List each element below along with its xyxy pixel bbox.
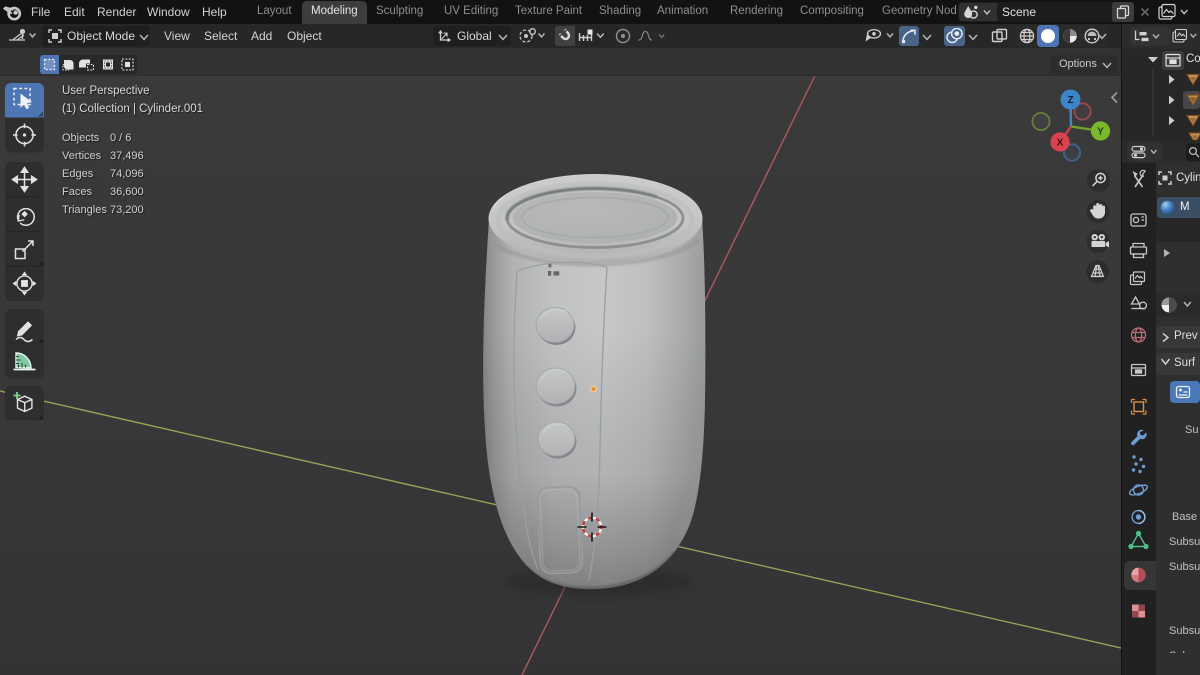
svg-text:Y: Y — [1097, 127, 1104, 138]
svg-text:Z: Z — [1067, 95, 1073, 106]
svg-text:X: X — [1057, 138, 1064, 149]
